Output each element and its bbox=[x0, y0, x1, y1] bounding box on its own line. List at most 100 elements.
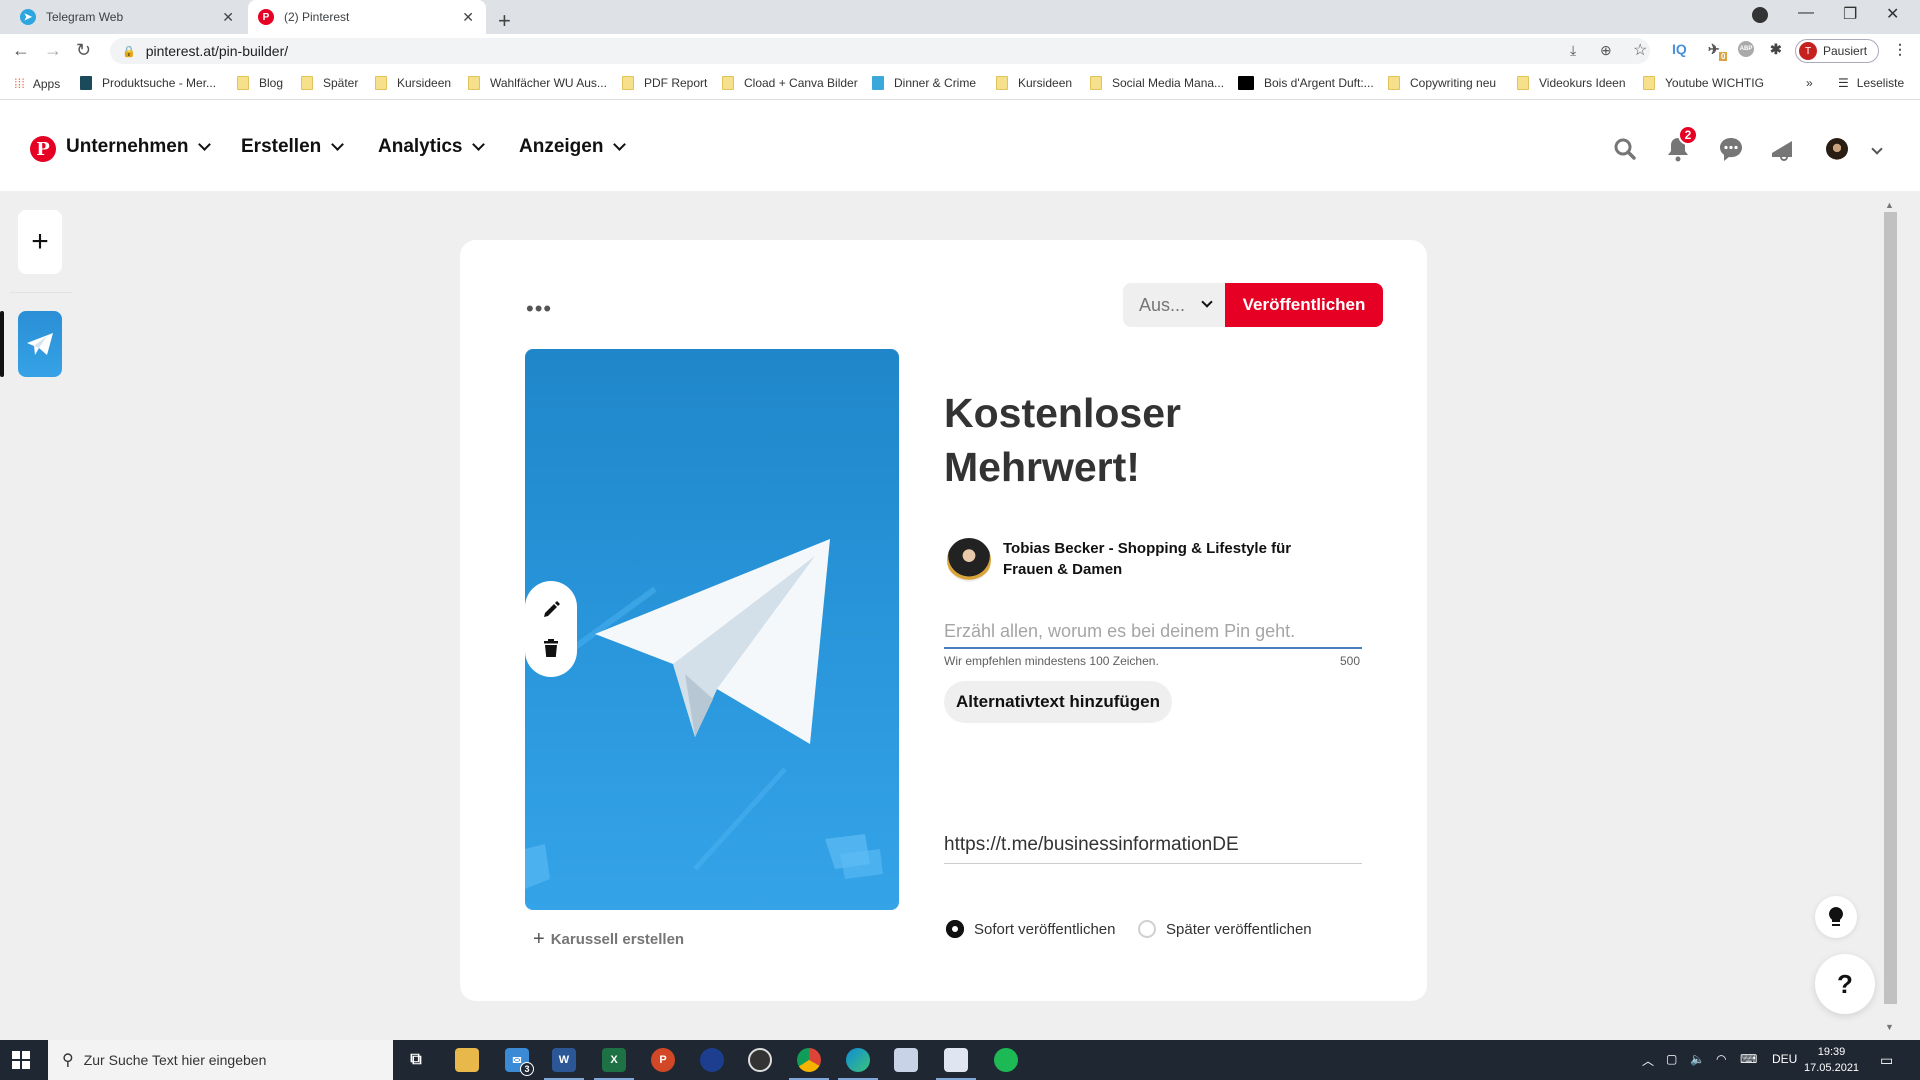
forward-icon[interactable]: → bbox=[44, 40, 62, 61]
zoom-icon[interactable]: ⊕ bbox=[1600, 42, 1612, 59]
volume-icon[interactable]: 🔈 bbox=[1690, 1052, 1705, 1066]
bookmark-item[interactable]: Social Media Mana... bbox=[1090, 76, 1224, 90]
bookmark-item[interactable]: Dinner & Crime bbox=[872, 76, 976, 90]
publish-now-radio[interactable]: Sofort veröffentlichen bbox=[946, 920, 1115, 938]
notification-badge: 2 bbox=[1678, 125, 1698, 145]
nav-anzeigen[interactable]: Anzeigen bbox=[519, 136, 627, 158]
taskbar-clock[interactable]: 19:39 17.05.2021 bbox=[1804, 1044, 1859, 1076]
board-select-dropdown[interactable]: Aus... bbox=[1123, 283, 1225, 327]
tab-search-icon[interactable] bbox=[1752, 7, 1768, 23]
nav-erstellen[interactable]: Erstellen bbox=[241, 136, 345, 158]
scroll-up-arrow[interactable]: ▲ bbox=[1885, 200, 1894, 210]
wifi-icon[interactable]: ◠ bbox=[1716, 1052, 1726, 1066]
bookmark-item[interactable]: Cload + Canva Bilder bbox=[722, 76, 858, 90]
scroll-down-arrow[interactable]: ▼ bbox=[1885, 1022, 1894, 1032]
edge-icon[interactable] bbox=[838, 1048, 878, 1080]
bookmark-apps[interactable]: ⁞⁞⁞ Apps bbox=[14, 76, 60, 91]
profile-status: Pausiert bbox=[1823, 44, 1868, 58]
add-pin-button[interactable]: + bbox=[18, 210, 62, 274]
bookmark-item[interactable]: Copywriting neu bbox=[1388, 76, 1496, 90]
excel-icon[interactable]: X bbox=[594, 1048, 634, 1080]
close-window-button[interactable]: ✕ bbox=[1886, 4, 1899, 24]
close-tab-icon[interactable]: ✕ bbox=[222, 9, 234, 26]
edit-pencil-icon[interactable] bbox=[541, 600, 561, 620]
telegram-logo-image bbox=[525, 539, 883, 889]
app-icon[interactable] bbox=[936, 1048, 976, 1080]
obs-icon[interactable] bbox=[748, 1048, 772, 1072]
bookmark-item[interactable]: PDF Report bbox=[622, 76, 707, 90]
bookmark-item[interactable]: Produktsuche - Mer... bbox=[80, 76, 216, 90]
bookmark-item[interactable]: Blog bbox=[237, 76, 283, 90]
search-icon[interactable] bbox=[1612, 136, 1638, 162]
tab-pinterest[interactable]: P (2) Pinterest ✕ bbox=[248, 0, 486, 34]
character-counter: 500 bbox=[1340, 654, 1361, 668]
iq-extension-icon[interactable]: IQ bbox=[1672, 41, 1687, 57]
nav-analytics[interactable]: Analytics bbox=[378, 136, 486, 158]
add-alt-text-button[interactable]: Alternativtext hinzufügen bbox=[944, 681, 1173, 723]
language-indicator[interactable]: DEU bbox=[1772, 1052, 1797, 1066]
tab-telegram-web[interactable]: ➤ Telegram Web ✕ bbox=[0, 0, 246, 34]
bookmark-item[interactable]: Bois d'Argent Duft:... bbox=[1238, 76, 1374, 90]
account-menu-chevron-icon[interactable] bbox=[1864, 136, 1890, 162]
megaphone-icon[interactable] bbox=[1770, 136, 1796, 162]
word-icon[interactable]: W bbox=[544, 1048, 584, 1080]
messages-icon[interactable] bbox=[1718, 136, 1744, 162]
file-explorer-icon[interactable] bbox=[455, 1048, 479, 1072]
delete-trash-icon[interactable] bbox=[542, 638, 560, 658]
reading-list-button[interactable]: ☰ Leseliste bbox=[1838, 76, 1904, 90]
pinterest-header: P Unternehmen Erstellen Analytics Anzeig… bbox=[0, 100, 1920, 191]
draft-pin-thumbnail[interactable] bbox=[18, 311, 62, 377]
install-icon[interactable]: ⤓ bbox=[1570, 42, 1576, 59]
description-input[interactable] bbox=[944, 615, 1362, 649]
app-icon[interactable] bbox=[894, 1048, 918, 1072]
extension-icon[interactable]: ✈ bbox=[1708, 41, 1720, 58]
destination-link-input[interactable] bbox=[944, 826, 1362, 864]
help-button[interactable]: ? bbox=[1815, 954, 1875, 1014]
url-bar[interactable]: 🔒 pinterest.at/pin-builder/ bbox=[110, 38, 1650, 64]
keyboard-icon[interactable]: ⌨ bbox=[1740, 1052, 1757, 1066]
extensions-puzzle-icon[interactable]: ✱ bbox=[1770, 41, 1782, 58]
bookmark-item[interactable]: Wahlfächer WU Aus... bbox=[468, 76, 607, 90]
taskbar-search[interactable]: ⚲ Zur Suche Text hier eingeben bbox=[48, 1040, 393, 1080]
browser-menu-icon[interactable]: ⋮ bbox=[1893, 41, 1907, 58]
close-tab-icon[interactable]: ✕ bbox=[462, 9, 474, 26]
chevron-down-icon bbox=[198, 137, 212, 151]
task-view-icon[interactable]: ⧉ bbox=[404, 1048, 428, 1072]
app-icon[interactable] bbox=[700, 1048, 724, 1072]
folder-icon bbox=[1643, 76, 1655, 90]
pin-title[interactable]: Kostenloser Mehrwert! bbox=[944, 386, 1364, 494]
bookmark-item[interactable]: Youtube WICHTIG bbox=[1643, 76, 1764, 90]
bookmark-item[interactable]: Kursideen bbox=[375, 76, 451, 90]
back-icon[interactable]: ← bbox=[12, 40, 30, 61]
spotify-icon[interactable] bbox=[994, 1048, 1018, 1072]
page-scrollbar[interactable] bbox=[1884, 212, 1897, 1004]
more-options-button[interactable]: ••• bbox=[526, 296, 552, 322]
folder-icon bbox=[622, 76, 634, 90]
reload-icon[interactable]: ↻ bbox=[76, 40, 91, 61]
create-carousel-button[interactable]: + Karussell erstellen bbox=[533, 928, 684, 951]
bookmark-star-icon[interactable]: ☆ bbox=[1633, 40, 1647, 60]
meet-icon[interactable]: ▢ bbox=[1666, 1052, 1677, 1066]
bookmark-item[interactable]: Videokurs Ideen bbox=[1517, 76, 1626, 90]
powerpoint-icon[interactable]: P bbox=[651, 1048, 675, 1072]
bookmark-item[interactable]: Später bbox=[301, 76, 358, 90]
pinterest-logo-icon[interactable]: P bbox=[30, 136, 56, 162]
account-avatar[interactable] bbox=[1824, 136, 1850, 162]
bookmark-item[interactable]: Kursideen bbox=[996, 76, 1072, 90]
chevron-down-icon bbox=[1201, 296, 1213, 308]
publish-button[interactable]: Veröffentlichen bbox=[1225, 283, 1383, 327]
publish-later-radio[interactable]: Später veröffentlichen bbox=[1138, 920, 1312, 938]
profile-button[interactable]: T Pausiert bbox=[1795, 39, 1879, 63]
adblock-icon[interactable]: ABP bbox=[1738, 41, 1754, 57]
action-center-icon[interactable]: ▭ bbox=[1880, 1052, 1893, 1069]
minimize-button[interactable]: — bbox=[1798, 4, 1814, 22]
nav-unternehmen[interactable]: Unternehmen bbox=[66, 136, 212, 158]
chrome-icon[interactable] bbox=[789, 1048, 829, 1080]
radio-unselected-icon bbox=[1138, 920, 1156, 938]
tips-button[interactable] bbox=[1815, 896, 1857, 938]
new-tab-button[interactable]: + bbox=[498, 4, 511, 38]
restore-button[interactable]: ❐ bbox=[1843, 4, 1857, 24]
windows-start-icon[interactable] bbox=[12, 1051, 30, 1069]
bookmarks-overflow-button[interactable]: » bbox=[1806, 76, 1813, 90]
tray-expand-icon[interactable]: ︿ bbox=[1642, 1052, 1654, 1069]
